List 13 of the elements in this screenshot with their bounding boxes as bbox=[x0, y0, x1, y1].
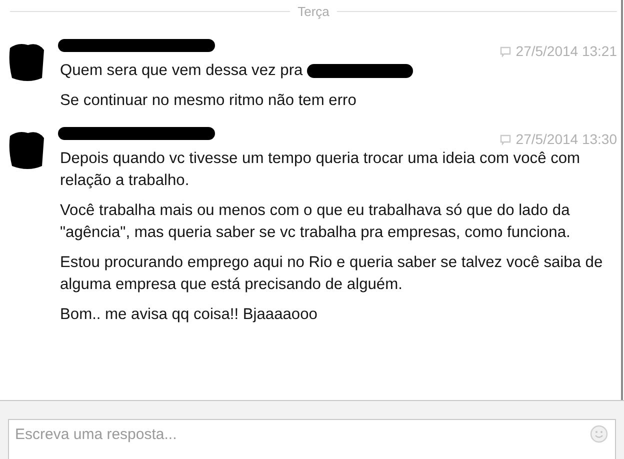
comment-icon bbox=[500, 134, 511, 145]
message-text: Você trabalha mais ou menos com o que eu trabalhava só que do lado da "agência", mas queria saber se vc trabalha pra empresas, como funciona. bbox=[60, 200, 572, 242]
message-text: Estou procurando emprego aqui no Rio e queria saber se talvez você saiba de alguma empresa que está precisando de alguém. bbox=[60, 252, 604, 294]
smiley-icon[interactable] bbox=[590, 425, 608, 443]
message-text: Depois quando vc tivesse um tempo queria trocar uma ideia com você com relação a trabalho. bbox=[60, 148, 582, 190]
timestamp: 27/5/2014 13:21 bbox=[516, 42, 617, 61]
comment-icon bbox=[500, 46, 511, 57]
timestamp: 27/5/2014 13:30 bbox=[516, 130, 617, 149]
day-divider: Terça bbox=[298, 3, 330, 21]
reply-field[interactable]: Escreva uma resposta... bbox=[8, 419, 616, 459]
message-text: Se continuar no mesmo ritmo não tem erro bbox=[60, 90, 356, 110]
message-text: Bom.. me avisa qq coisa!! Bjaaaaooo bbox=[60, 304, 318, 324]
message-text: Quem sera que vem dessa vez pra bbox=[60, 60, 303, 80]
